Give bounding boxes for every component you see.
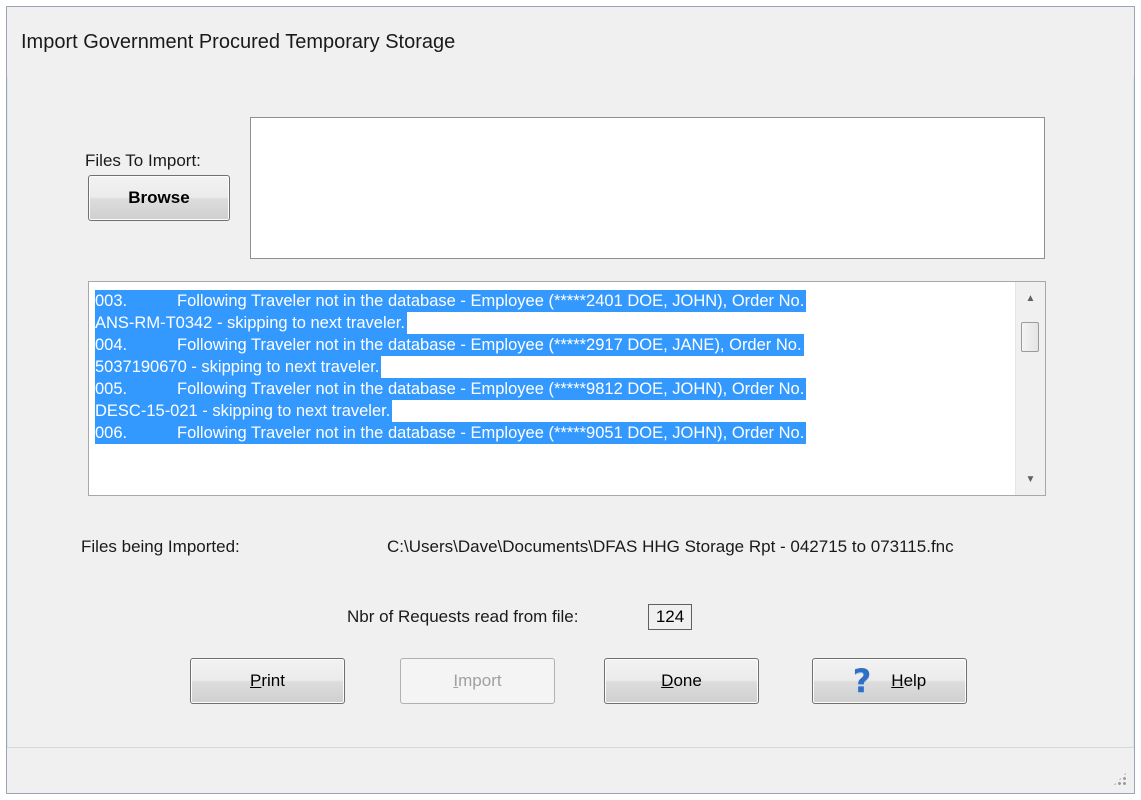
- files-to-import-field[interactable]: [250, 117, 1045, 259]
- browse-button-label: Browse: [128, 188, 190, 207]
- log-line[interactable]: 003. Following Traveler not in the databa…: [95, 290, 807, 312]
- log-line-text: Following Traveler not in the database -…: [177, 424, 805, 442]
- log-line[interactable]: DESC-15-021 - skipping to next traveler.: [95, 400, 393, 422]
- files-to-import-label: Files To Import:: [85, 151, 201, 170]
- import-dialog-window: Import Government Procured Temporary Sto…: [6, 6, 1135, 794]
- log-scrollbar[interactable]: ▲ ▼: [1015, 282, 1045, 495]
- print-button[interactable]: Print: [190, 658, 345, 704]
- title-bar: Import Government Procured Temporary Sto…: [7, 7, 1134, 77]
- log-line[interactable]: 5037190670 - skipping to next traveler.: [95, 356, 382, 378]
- done-button-label: Done: [661, 671, 702, 690]
- done-button[interactable]: Done: [604, 658, 759, 704]
- log-line-text: ANS-RM-T0342 - skipping to next traveler…: [95, 314, 405, 332]
- help-button-label: Help: [891, 671, 927, 690]
- log-line-number: 004.: [95, 336, 128, 354]
- log-line[interactable]: 004. Following Traveler not in the databa…: [95, 334, 804, 356]
- status-bar: [7, 747, 1134, 793]
- log-line-text: Following Traveler not in the database -…: [177, 380, 805, 398]
- requests-count-label: Nbr of Requests read from file:: [347, 607, 579, 626]
- print-button-label: Print: [250, 671, 285, 690]
- log-line-text: Following Traveler not in the database -…: [177, 336, 802, 354]
- scroll-down-arrow-icon[interactable]: ▼: [1016, 467, 1045, 491]
- import-log-content: 003. Following Traveler not in the databa…: [95, 290, 1019, 444]
- log-line-text: Following Traveler not in the database -…: [177, 292, 805, 310]
- scroll-up-arrow-icon[interactable]: ▲: [1016, 286, 1045, 310]
- log-line[interactable]: 006. Following Traveler not in the databa…: [95, 422, 807, 444]
- log-line[interactable]: ANS-RM-T0342 - skipping to next traveler…: [95, 312, 407, 334]
- import-button[interactable]: Import: [400, 658, 555, 704]
- scroll-thumb[interactable]: [1021, 322, 1039, 352]
- import-log-list[interactable]: 003. Following Traveler not in the databa…: [88, 281, 1046, 496]
- browse-button[interactable]: Browse: [88, 175, 230, 221]
- window-title: Import Government Procured Temporary Sto…: [21, 31, 456, 53]
- log-line-number: 005.: [95, 380, 128, 398]
- help-button[interactable]: ? Help: [812, 658, 967, 704]
- log-line-number: 006.: [95, 424, 128, 442]
- log-line-text: 5037190670 - skipping to next traveler.: [95, 358, 380, 376]
- log-line[interactable]: 005. Following Traveler not in the databa…: [95, 378, 807, 400]
- files-being-imported-label: Files being Imported:: [81, 537, 240, 556]
- resize-grip-icon[interactable]: [1112, 771, 1128, 787]
- help-question-icon: ?: [852, 662, 872, 700]
- log-line-number: 003.: [95, 292, 128, 310]
- log-line-text: DESC-15-021 - skipping to next traveler.: [95, 402, 391, 420]
- import-button-label: Import: [453, 671, 502, 690]
- requests-count-value: 124: [648, 604, 692, 630]
- files-being-imported-path: C:\Users\Dave\Documents\DFAS HHG Storage…: [387, 537, 954, 556]
